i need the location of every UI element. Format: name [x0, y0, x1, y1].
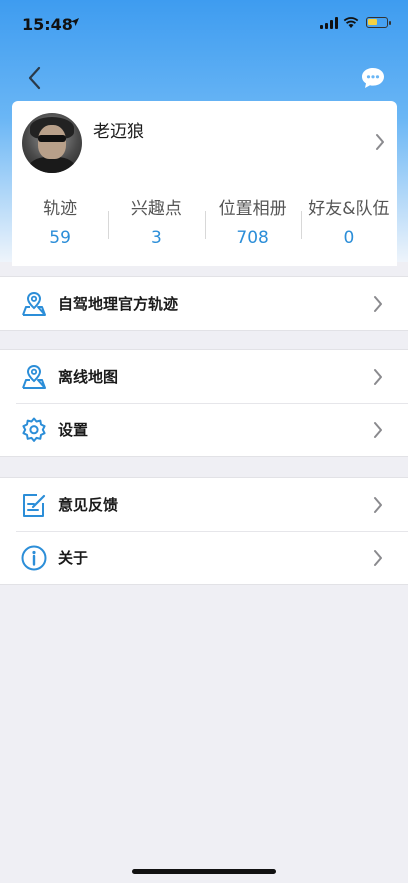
profile-card: 老迈狼 轨迹 59 兴趣点 3 位置相册 708 好友&队伍 0 — [12, 101, 397, 266]
menu-group-support: 意见反馈 关于 — [0, 477, 408, 585]
chevron-right-icon — [374, 497, 382, 513]
stat-label: 位置相册 — [218, 199, 287, 219]
location-arrow-icon — [71, 18, 79, 26]
menu-item-settings[interactable]: 设置 — [0, 403, 408, 456]
cellular-signal-icon — [320, 17, 338, 29]
stat-value: 59 — [49, 228, 71, 248]
chevron-right-icon[interactable] — [375, 133, 385, 151]
profile-stats: 轨迹 59 兴趣点 3 位置相册 708 好友&队伍 0 — [12, 197, 397, 253]
message-icon[interactable] — [361, 67, 385, 89]
home-indicator[interactable] — [132, 869, 276, 874]
profile-name[interactable]: 老迈狼 — [93, 117, 144, 142]
status-time: 15:48 — [22, 15, 73, 34]
stat-label: 兴趣点 — [130, 199, 182, 219]
menu-item-about[interactable]: 关于 — [0, 531, 408, 584]
chevron-right-icon — [374, 422, 382, 438]
stat-value: 708 — [236, 228, 269, 248]
chevron-right-icon — [374, 550, 382, 566]
edit-icon — [23, 494, 46, 517]
stat-poi[interactable]: 兴趣点 3 — [108, 197, 204, 253]
info-icon — [21, 545, 47, 571]
gear-icon — [22, 417, 46, 442]
back-button[interactable] — [24, 64, 48, 92]
menu-label: 设置 — [58, 421, 89, 439]
stat-value: 0 — [343, 228, 355, 248]
menu-group-official: 自驾地理官方轨迹 — [0, 276, 408, 331]
menu-item-offline-map[interactable]: 离线地图 — [0, 350, 408, 403]
stat-label: 轨迹 — [43, 199, 78, 219]
chevron-right-icon — [374, 369, 382, 385]
wifi-icon — [343, 17, 359, 28]
map-pin-icon — [22, 364, 46, 389]
menu-item-feedback[interactable]: 意见反馈 — [0, 478, 408, 531]
menu-label: 关于 — [58, 549, 89, 567]
menu-label: 离线地图 — [58, 368, 119, 386]
battery-icon — [366, 17, 391, 28]
stat-tracks[interactable]: 轨迹 59 — [12, 197, 108, 253]
avatar[interactable] — [22, 113, 82, 173]
menu-label: 自驾地理官方轨迹 — [58, 295, 179, 313]
stat-label: 好友&队伍 — [308, 199, 390, 219]
chevron-right-icon — [374, 296, 382, 312]
stat-photo-album[interactable]: 位置相册 708 — [204, 197, 301, 253]
menu-label: 意见反馈 — [58, 496, 119, 514]
map-pin-icon — [22, 291, 46, 316]
stat-friends-teams[interactable]: 好友&队伍 0 — [300, 197, 397, 253]
menu-item-official-tracks[interactable]: 自驾地理官方轨迹 — [0, 277, 408, 330]
status-bar: 15:48 — [0, 0, 408, 48]
stat-value: 3 — [150, 228, 162, 248]
menu-group-tools: 离线地图 设置 — [0, 349, 408, 457]
